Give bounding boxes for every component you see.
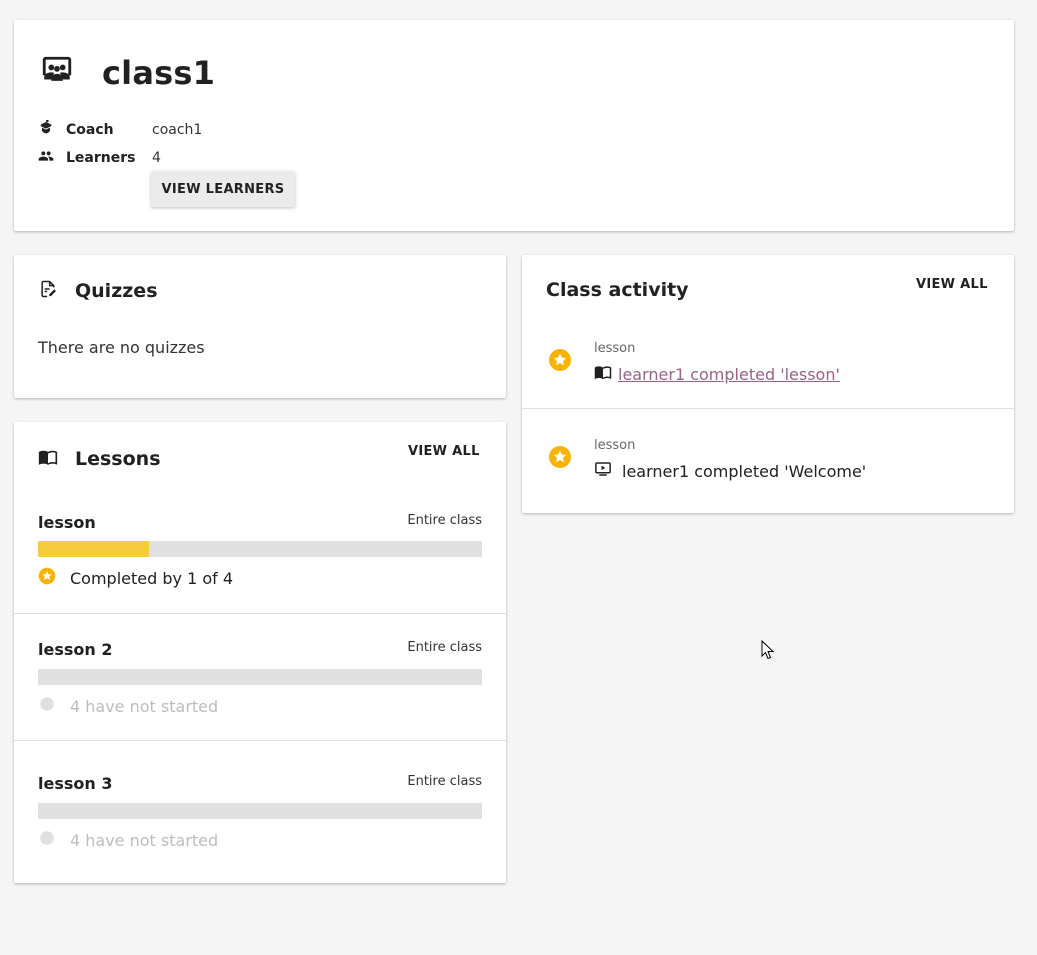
learners-icon	[38, 148, 54, 168]
activity-item: lesson learner1 completed 'lesson'	[522, 325, 1014, 409]
activity-link[interactable]: learner1 completed 'lesson'	[618, 365, 840, 384]
class-title-row: class1	[40, 54, 215, 92]
class-activity-card: Class activity VIEW ALL lesson learner1 …	[522, 255, 1014, 513]
view-learners-button[interactable]: VIEW LEARNERS	[151, 171, 295, 207]
lessons-header: Lessons	[38, 447, 161, 471]
lesson-status-text: 4 have not started	[70, 696, 219, 716]
lesson-row[interactable]: lesson Entire class Completed by 1 of 4	[14, 502, 506, 613]
quizzes-header: Quizzes	[38, 279, 158, 303]
lesson-status: 4 have not started	[38, 829, 218, 851]
lesson-status: 4 have not started	[38, 695, 218, 717]
quizzes-title: Quizzes	[75, 280, 158, 302]
lesson-assignment: Entire class	[407, 640, 482, 655]
lesson-book-icon	[38, 447, 75, 471]
activity-item: lesson learner1 completed 'Welcome'	[522, 408, 1014, 513]
quizzes-card: Quizzes There are no quizzes	[14, 255, 506, 398]
learners-label: Learners	[66, 150, 136, 166]
lesson-name[interactable]: lesson 2	[38, 640, 112, 659]
activity-description: learner1 completed 'Welcome'	[594, 460, 866, 482]
activity-header: Class activity	[546, 279, 689, 301]
video-resource-icon	[594, 460, 618, 482]
learners-count: 4	[152, 150, 161, 166]
mouse-cursor-icon	[761, 640, 775, 660]
coach-value: coach1	[152, 122, 203, 138]
activity-text: learner1 completed 'Welcome'	[622, 461, 867, 481]
lesson-status-text: Completed by 1 of 4	[70, 568, 234, 588]
quiz-icon	[38, 279, 75, 303]
lessons-view-all-button[interactable]: VIEW ALL	[408, 444, 480, 459]
star-icon	[549, 446, 571, 468]
star-icon	[549, 349, 571, 371]
activity-description: learner1 completed 'lesson'	[594, 363, 840, 385]
coach-icon	[38, 119, 54, 140]
activity-view-all-button[interactable]: VIEW ALL	[916, 277, 988, 292]
lesson-progress-bar	[38, 541, 482, 557]
lesson-status: Completed by 1 of 4	[38, 567, 233, 589]
classroom-icon	[40, 54, 74, 92]
activity-kind: lesson	[594, 438, 636, 453]
class-name: class1	[102, 54, 216, 92]
lesson-assignment: Entire class	[407, 774, 482, 789]
coach-label: Coach	[66, 122, 114, 138]
learners-row: Learners 4	[38, 148, 161, 168]
lesson-name[interactable]: lesson 3	[38, 774, 112, 793]
not-started-icon	[38, 829, 70, 851]
lesson-assignment: Entire class	[407, 513, 482, 528]
lessons-card: Lessons VIEW ALL lesson Entire class Com…	[14, 422, 506, 883]
lesson-progress-bar	[38, 803, 482, 819]
lesson-name[interactable]: lesson	[38, 513, 96, 532]
class-header-card: class1 Coach coach1 Learners 4 VIEW LEAR…	[14, 20, 1014, 231]
activity-title: Class activity	[546, 279, 689, 301]
activity-kind: lesson	[594, 341, 636, 356]
coach-row: Coach coach1	[38, 119, 203, 140]
quizzes-empty-message: There are no quizzes	[38, 338, 205, 357]
lesson-progress-fill	[38, 541, 149, 557]
star-icon	[38, 567, 70, 589]
lesson-progress-bar	[38, 669, 482, 685]
lesson-status-text: 4 have not started	[70, 830, 219, 850]
not-started-icon	[38, 695, 70, 717]
lesson-book-icon	[594, 363, 618, 385]
lesson-row[interactable]: lesson 2 Entire class 4 have not started	[14, 613, 506, 740]
lessons-title: Lessons	[75, 448, 161, 470]
lesson-row[interactable]: lesson 3 Entire class 4 have not started	[14, 740, 506, 883]
